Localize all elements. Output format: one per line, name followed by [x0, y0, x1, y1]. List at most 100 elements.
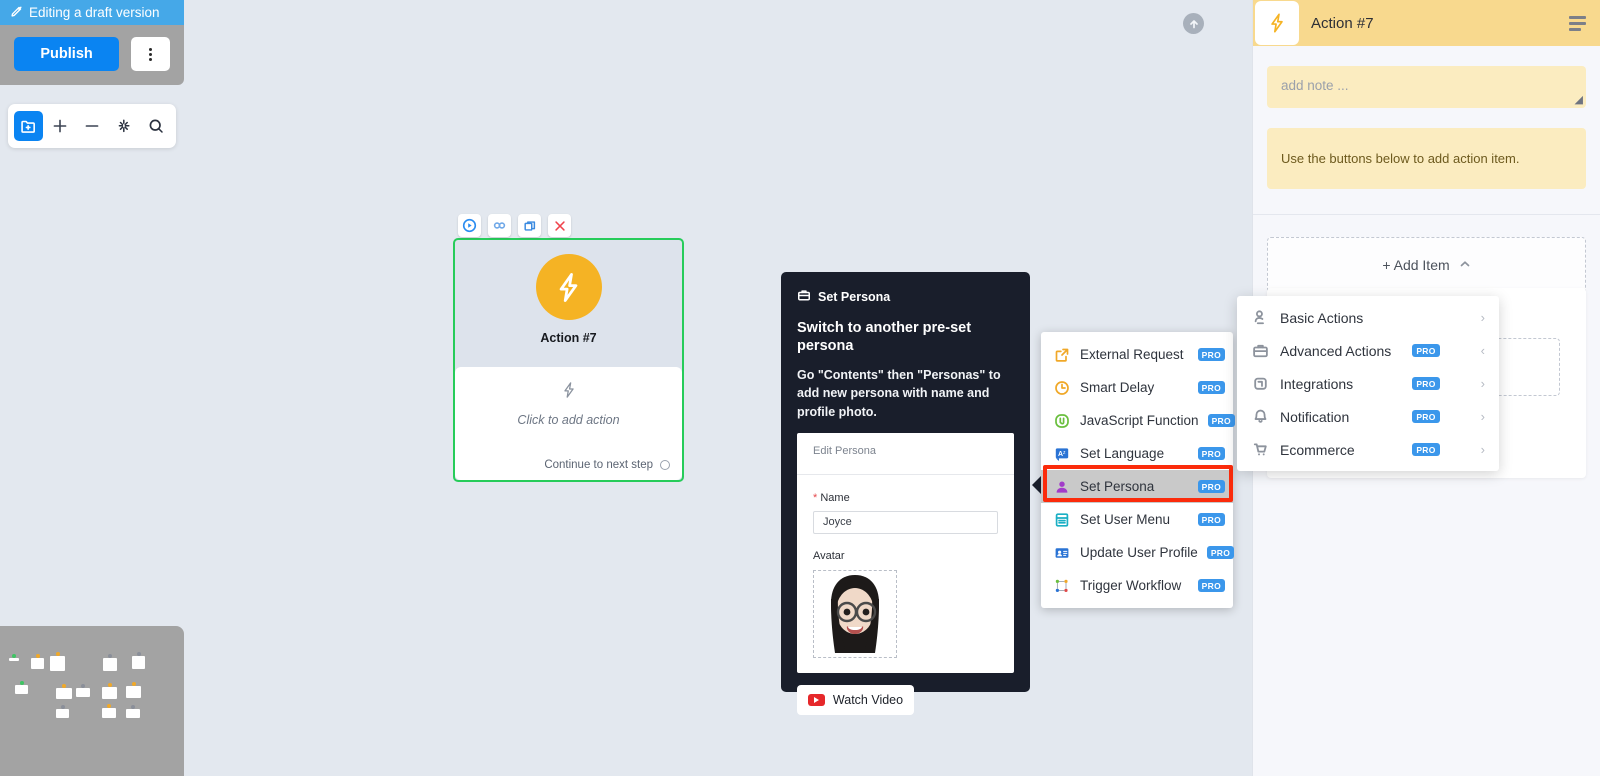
name-label-text: Name — [820, 491, 850, 504]
dropdown-item-basic-actions[interactable]: Basic Actions › — [1237, 301, 1499, 334]
publish-button[interactable]: Publish — [14, 37, 120, 71]
minimap-node-dot — [35, 653, 40, 658]
pro-badge: PRO — [1197, 348, 1225, 361]
user-pin-icon — [1251, 309, 1269, 327]
list-menu-icon[interactable] — [1569, 15, 1586, 31]
node-continue-label: Continue to next step — [544, 459, 653, 471]
minimap-node-dot — [108, 653, 113, 658]
canvas-minimap[interactable] — [0, 626, 184, 776]
minimap-node-dot — [55, 652, 60, 656]
zoom-out-icon[interactable] — [77, 111, 107, 141]
note-placeholder: add note ... — [1281, 78, 1349, 93]
watch-video-button[interactable]: Watch Video — [797, 684, 914, 715]
javascript-icon — [1053, 412, 1071, 430]
translate-icon: Az — [1053, 445, 1071, 463]
cart-icon — [1251, 441, 1269, 459]
panel-hint: Use the buttons below to add action item… — [1267, 128, 1586, 189]
tooltip-screenshot: Edit Persona * Name Joyce Avatar — [797, 432, 1014, 673]
pencil-square-icon — [10, 5, 23, 20]
node-toolbar[interactable] — [458, 214, 571, 237]
divider — [1253, 214, 1600, 215]
dropdown-item-label: Advanced Actions — [1280, 342, 1392, 359]
add-folder-icon[interactable] — [14, 111, 43, 141]
note-field[interactable]: add note ... ◢ — [1267, 66, 1586, 108]
kebab-menu-icon[interactable] — [131, 37, 170, 71]
dropdown-item-notification[interactable]: Notification PRO › — [1237, 400, 1499, 433]
node-add-action-label[interactable]: Click to add action — [517, 413, 619, 427]
pro-badge: PRO — [1197, 513, 1225, 526]
zoom-in-icon[interactable] — [45, 111, 75, 141]
submenu-item-label: Update User Profile — [1080, 545, 1198, 560]
play-icon[interactable] — [458, 214, 481, 237]
lightning-bolt-icon — [1255, 1, 1299, 45]
minimap-node-dot — [107, 703, 112, 708]
advanced-actions-submenu[interactable]: External Request PRO Smart Delay PRO Jav… — [1032, 332, 1235, 608]
submenu-item-external-request[interactable]: External Request PRO — [1041, 338, 1233, 371]
delete-icon[interactable] — [548, 214, 571, 237]
app-root: Action #7 Click to add action Continue t… — [0, 0, 1600, 776]
tooltip-body: Go "Contents" then "Personas" to add new… — [797, 368, 1001, 419]
dropdown-item-ecommerce[interactable]: Ecommerce PRO › — [1237, 433, 1499, 466]
workflow-node-action-7[interactable]: Action #7 Click to add action Continue t… — [453, 238, 684, 482]
minimap-node — [126, 708, 140, 719]
node-continue-row[interactable]: Continue to next step — [544, 459, 670, 471]
minimap-node-dot — [19, 680, 24, 685]
minimap-node-dot — [107, 682, 112, 687]
resize-grip-icon[interactable]: ◢ — [1575, 95, 1583, 106]
id-card-icon — [1053, 544, 1071, 562]
chevron-right-icon: › — [1480, 310, 1485, 325]
screenshot-title: Edit Persona — [813, 444, 876, 457]
add-item-dropdown[interactable]: Basic Actions › Advanced Actions PRO ‹ I… — [1237, 296, 1499, 471]
required-marker: * — [813, 491, 818, 504]
add-item-button[interactable]: + Add Item — [1267, 237, 1586, 293]
minimap-node — [31, 657, 44, 669]
submenu-item-trigger-workflow[interactable]: Trigger Workflow PRO — [1041, 569, 1233, 602]
tooltip-header: Set Persona — [797, 288, 1014, 305]
arrow-up-circle-icon[interactable] — [1183, 13, 1204, 34]
briefcase-icon — [1251, 342, 1269, 360]
submenu-item-label: External Request — [1080, 347, 1184, 362]
pro-badge: PRO — [1412, 344, 1440, 357]
minimap-node — [14, 684, 29, 695]
dropdown-item-label: Notification — [1280, 408, 1350, 425]
minimap-node — [126, 686, 142, 698]
minimap-node-dot — [131, 704, 136, 709]
minimap-node-dot — [60, 704, 65, 709]
layers-icon — [1251, 375, 1269, 393]
duplicate-icon[interactable] — [518, 214, 541, 237]
pro-badge: PRO — [1206, 546, 1235, 559]
name-input-value: Joyce — [823, 516, 852, 529]
auto-arrange-icon[interactable] — [109, 111, 139, 141]
lightning-bolt-icon — [560, 381, 578, 404]
minimap-node-dot — [136, 652, 141, 656]
briefcase-icon — [797, 288, 811, 305]
minimap-node-dot — [62, 683, 67, 688]
submenu-item-set-persona[interactable]: Set Persona PRO — [1041, 470, 1233, 503]
dropdown-item-integrations[interactable]: Integrations PRO › — [1237, 367, 1499, 400]
minimap-node — [8, 658, 19, 661]
pro-badge: PRO — [1412, 443, 1440, 456]
link-icon[interactable] — [488, 214, 511, 237]
publish-row: Publish — [0, 25, 184, 85]
submenu-item-update-user-profile[interactable]: Update User Profile PRO — [1041, 536, 1235, 569]
submenu-item-set-user-menu[interactable]: Set User Menu PRO — [1041, 503, 1233, 536]
dropdown-item-label: Ecommerce — [1280, 441, 1355, 458]
submenu-item-label: Smart Delay — [1080, 380, 1155, 395]
minimap-node — [103, 657, 117, 671]
dropdown-item-advanced-actions[interactable]: Advanced Actions PRO ‹ — [1237, 334, 1499, 367]
tooltip-header-label: Set Persona — [818, 289, 891, 304]
submenu-item-smart-delay[interactable]: Smart Delay PRO — [1041, 371, 1233, 404]
screenshot-name-input: Joyce — [813, 510, 998, 534]
panel-title: Action #7 — [1311, 14, 1374, 32]
bell-icon — [1251, 408, 1269, 426]
search-icon[interactable] — [141, 111, 171, 141]
set-persona-tooltip: Set Persona Switch to another pre-set pe… — [781, 272, 1030, 715]
node-body[interactable]: Click to add action Continue to next ste… — [455, 367, 682, 480]
submenu-item-set-language[interactable]: Az Set Language PRO — [1041, 437, 1233, 470]
minimap-node — [102, 707, 116, 719]
woman-with-glasses-avatar — [813, 569, 897, 658]
submenu-item-label: Set User Menu — [1080, 512, 1171, 527]
node-output-port[interactable] — [660, 460, 670, 470]
chevron-right-icon: › — [1480, 409, 1485, 424]
submenu-item-javascript-function[interactable]: JavaScript Function PRO — [1041, 404, 1235, 437]
